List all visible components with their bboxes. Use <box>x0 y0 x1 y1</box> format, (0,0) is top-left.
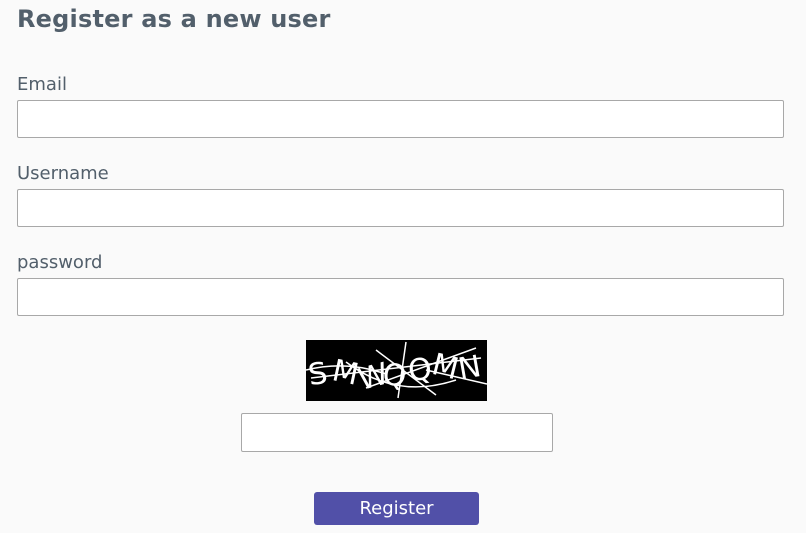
captcha-glyph: Q <box>380 356 409 395</box>
captcha-input[interactable] <box>241 413 553 452</box>
captcha-glyph: Q <box>406 352 433 389</box>
email-field[interactable] <box>17 100 784 138</box>
captcha-glyph: N <box>456 349 484 387</box>
username-field[interactable] <box>17 189 784 227</box>
captcha-glyph: S <box>306 356 330 393</box>
captcha-text: S MWQQMN <box>306 347 484 398</box>
captcha-graphic: S MWQQMN <box>306 341 487 399</box>
captcha-image: SMWQQMN <box>306 340 487 401</box>
page-title: Register as a new user <box>17 5 331 33</box>
email-label: Email <box>17 74 67 95</box>
password-field[interactable] <box>17 278 784 316</box>
password-label: password <box>17 252 103 273</box>
register-button[interactable]: Register <box>314 492 479 525</box>
username-label: Username <box>17 163 109 184</box>
